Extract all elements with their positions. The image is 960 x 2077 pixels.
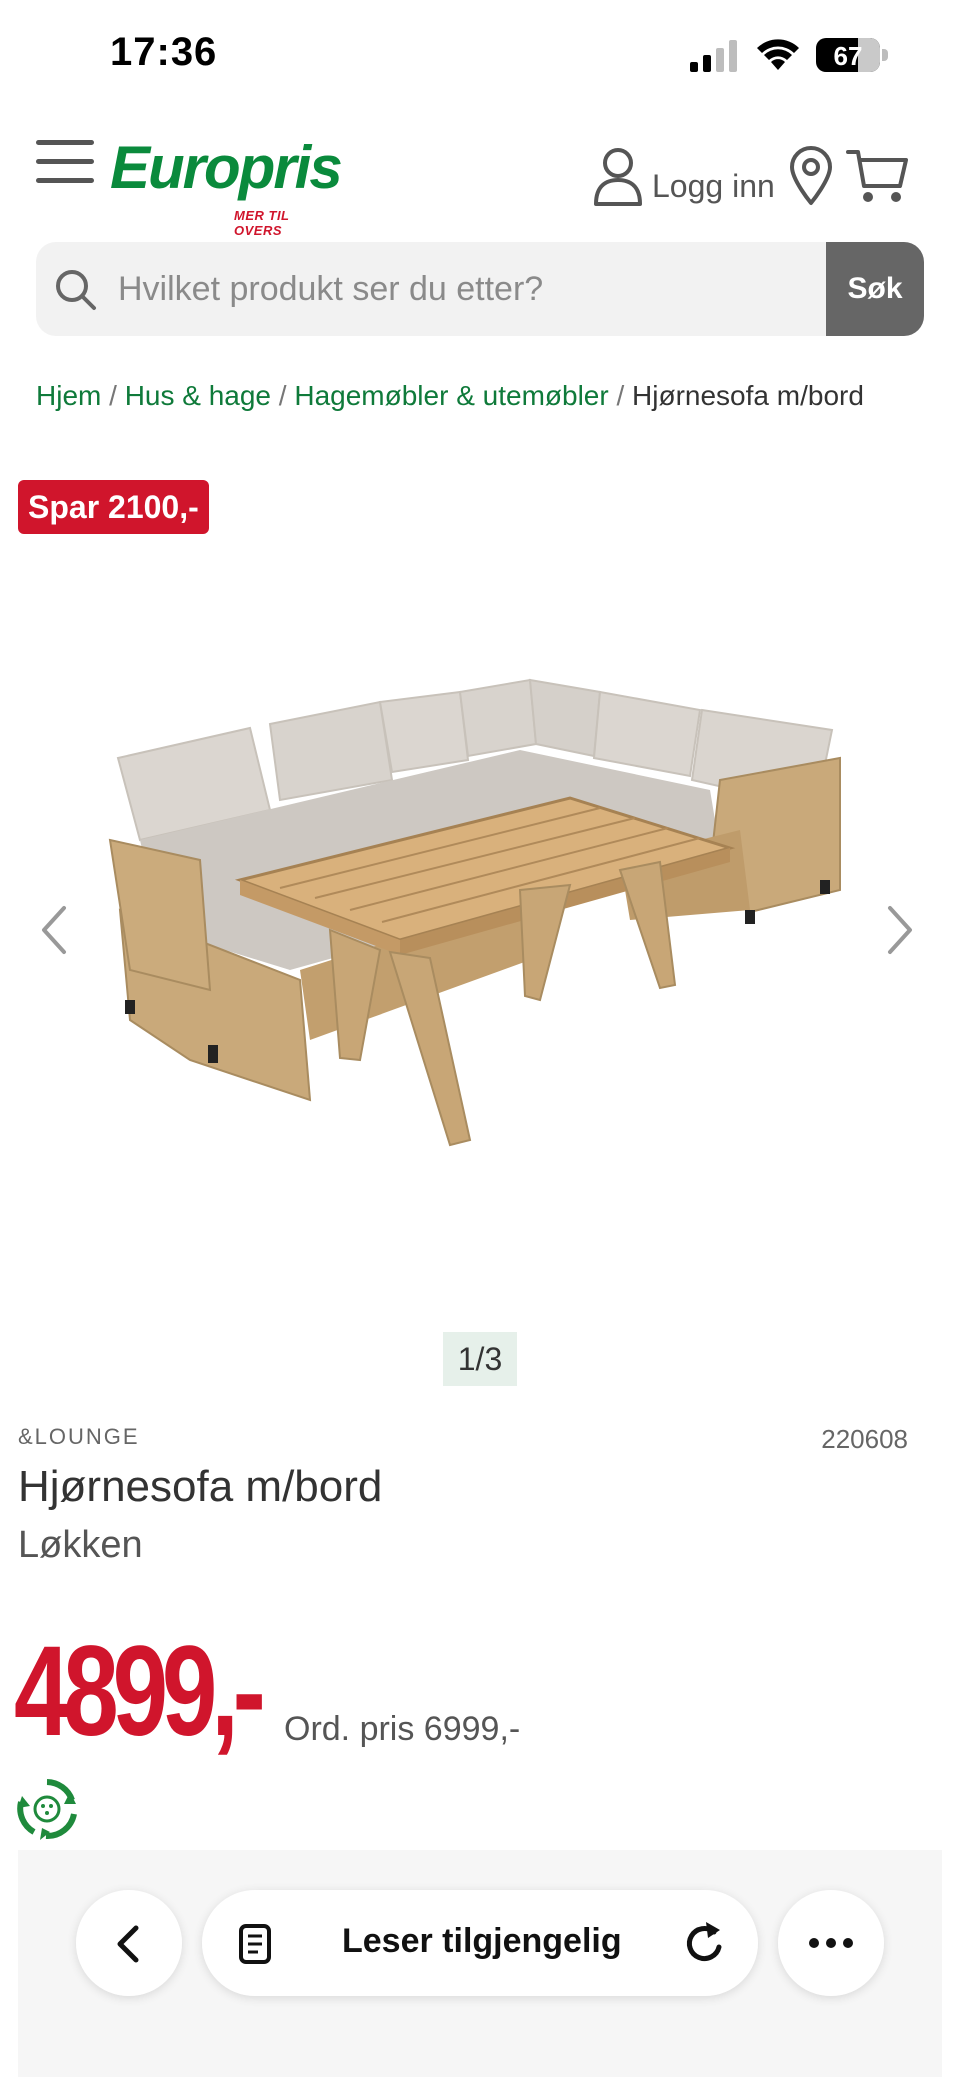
product-price: 4899,-: [14, 1620, 266, 1763]
search-input[interactable]: [112, 242, 852, 336]
hamburger-menu-icon[interactable]: [36, 140, 94, 184]
cellular-signal-icon: [690, 40, 737, 72]
search-bar: Søk: [36, 242, 924, 336]
shopping-cart-icon[interactable]: [846, 148, 910, 204]
status-bar: 17:36 67: [0, 0, 960, 110]
browser-back-button[interactable]: [76, 1890, 182, 1996]
image-counter: 1/3: [443, 1332, 517, 1386]
product-title: Hjørnesofa m/bord: [18, 1462, 383, 1511]
product-subtitle: Løkken: [18, 1524, 143, 1566]
recycle-eco-icon: [17, 1779, 77, 1840]
more-options-button[interactable]: [778, 1890, 884, 1996]
site-header: Europris MER TIL OVERS Logg inn: [0, 120, 960, 239]
breadcrumb-link-hagemobler[interactable]: Hagemøbler & utemøbler: [294, 380, 608, 411]
store-locator-icon[interactable]: [788, 146, 834, 206]
battery-icon: 67: [816, 38, 890, 72]
search-button[interactable]: Søk: [826, 242, 924, 336]
breadcrumb-link-home[interactable]: Hjem: [36, 380, 101, 411]
product-brand: &LOUNGE: [18, 1424, 140, 1449]
ordinary-price: Ord. pris 6999,-: [284, 1710, 521, 1748]
product-image-gallery[interactable]: [0, 560, 960, 1320]
chevron-right-icon[interactable]: [880, 900, 920, 960]
reader-available-label: Leser tilgjengelig: [342, 1922, 622, 1960]
reader-mode-pill[interactable]: Leser tilgjengelig: [202, 1890, 758, 1996]
chevron-left-icon: [117, 1925, 139, 1963]
breadcrumb-current: Hjørnesofa m/bord: [632, 380, 864, 411]
login-link[interactable]: Logg inn: [652, 168, 775, 205]
breadcrumb-separator: /: [616, 380, 633, 411]
discount-badge: Spar 2100,-: [18, 480, 209, 534]
logo-text: Europris: [110, 134, 343, 201]
reader-mode-icon: [239, 1924, 271, 1964]
wifi-icon: [757, 39, 799, 70]
battery-level: 67: [833, 41, 863, 71]
europris-logo[interactable]: Europris MER TIL OVERS: [110, 134, 343, 239]
chevron-left-icon[interactable]: [34, 900, 74, 960]
reload-icon[interactable]: [682, 1920, 726, 1966]
status-time: 17:36: [110, 30, 218, 74]
breadcrumb: Hjem / Hus & hage / Hagemøbler & utemøbl…: [36, 380, 864, 412]
product-image: [108, 678, 841, 1147]
user-icon[interactable]: [592, 146, 644, 206]
search-icon: [56, 270, 96, 310]
more-icon: [809, 1938, 853, 1948]
breadcrumb-separator: /: [278, 380, 295, 411]
breadcrumb-link-hus-hage[interactable]: Hus & hage: [125, 380, 271, 411]
breadcrumb-separator: /: [109, 380, 125, 411]
browser-toolbar: Leser tilgjengelig: [0, 1890, 960, 2000]
logo-tagline: MER TIL OVERS: [234, 208, 290, 238]
product-sku: 220608: [821, 1424, 908, 1454]
